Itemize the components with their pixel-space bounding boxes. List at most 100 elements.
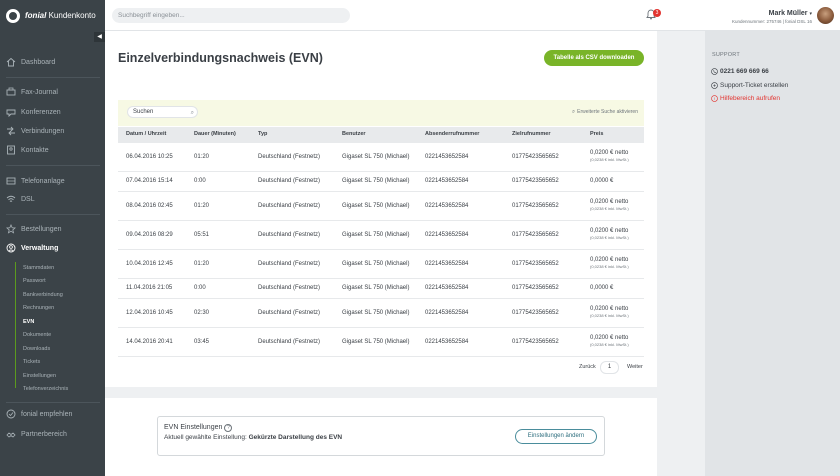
subnav-item-rechnungen[interactable]: Rechnungen (23, 305, 54, 314)
table-cell-date: 07.04.2016 15:14 (126, 178, 173, 184)
sidebar-item-fax-journal[interactable]: Fax-Journal (6, 86, 58, 98)
table-cell-price: 0,0200 € netto (0,0238 € inkl. MwSt.) (590, 257, 629, 269)
table-cell-type: Deutschland (Festnetz) (258, 309, 321, 316)
sidebar-item-label: Dashboard (21, 58, 56, 66)
column-header-duration[interactable]: Dauer (Minuten) (194, 131, 236, 137)
table-cell-duration: 01:20 (194, 153, 210, 160)
help-area-link[interactable]: ! Hilfebereich aufrufen (711, 95, 780, 102)
csv-download-button[interactable]: Tabelle als CSV downloaden (544, 50, 644, 66)
subnav-item-dokumente[interactable]: Dokumente (23, 332, 51, 341)
global-search-input[interactable] (112, 8, 350, 23)
sidebar-item-partnerbereich[interactable]: Partnerbereich (6, 428, 67, 440)
table-cell-duration: 0:00 (194, 178, 206, 184)
sidebar-item-dashboard[interactable]: Dashboard (6, 56, 55, 68)
subnav-item-downloads[interactable]: Downloads (23, 346, 50, 355)
sidebar-item-label: Fax-Journal (21, 88, 58, 96)
help-area-label: Hilfebereich aufrufen (720, 95, 780, 102)
column-header-sender[interactable]: Absenderrufnummer (425, 131, 479, 137)
current-setting-value: Gekürzte Darstellung des EVN (248, 434, 343, 441)
partner-icon (6, 432, 16, 438)
sidebar-item-verbindungen[interactable]: Verbindungen (6, 125, 64, 137)
sidebar-item-fonial-empfehlen[interactable]: fonial empfehlen (6, 408, 72, 420)
sidebar-item-label: Partnerbereich (21, 430, 67, 438)
sidebar-item-dsl[interactable]: DSL (6, 193, 35, 205)
column-header-price[interactable]: Preis (590, 131, 603, 137)
avatar[interactable] (817, 7, 834, 24)
brand-logo[interactable]: fonial Kundenkonto (0, 0, 105, 31)
table-cell-date: 06.04.2016 10:25 (126, 153, 173, 160)
subnav-item-evn[interactable]: EVN (23, 319, 34, 328)
sidebar-divider (6, 402, 100, 403)
conference-icon (6, 109, 16, 117)
sidebar-item-verwaltung[interactable]: Verwaltung (6, 242, 58, 254)
table-cell-date: 11.04.2016 21:05 (126, 285, 173, 291)
table-cell-from: 0221453652584 (425, 309, 469, 316)
table-cell-duration: 0:00 (194, 285, 206, 291)
column-header-target[interactable]: Zielrufnummer (512, 131, 551, 137)
price-net: 0,0200 € netto (590, 305, 629, 312)
sidebar-divider (6, 165, 100, 166)
sidebar-item-label: Verbindungen (21, 127, 65, 135)
table-cell-date: 08.04.2016 02:45 (126, 202, 173, 209)
table-cell-from: 0221453652584 (425, 338, 469, 345)
subnav-item-bankverbindung[interactable]: Bankverbindung (23, 292, 63, 301)
user-name-dropdown[interactable]: Mark Müller ▾ (769, 10, 812, 17)
table-cell-duration: 03:45 (194, 338, 210, 345)
sidebar-item-bestellungen[interactable]: Bestellungen (6, 223, 61, 235)
pager-next-link[interactable]: Weiter (627, 364, 643, 370)
subnav-item-stammdaten[interactable]: Stammdaten (23, 265, 54, 274)
sidebar-item-label: fonial empfehlen (21, 410, 73, 418)
table-cell-date: 10.04.2016 12:45 (126, 260, 173, 267)
connections-icon (7, 126, 15, 136)
table-cell-type: Deutschland (Festnetz) (258, 202, 321, 209)
sidebar-item-konferenzen[interactable]: Konferenzen (6, 106, 61, 118)
fonial-logo-icon (6, 8, 20, 23)
support-phone[interactable]: 0221 669 669 66 (711, 68, 769, 75)
table-cell-date: 14.04.2016 20:41 (126, 338, 173, 345)
change-settings-button[interactable]: Einstellungen ändern (515, 429, 597, 444)
table-search-placeholder: Suchen (133, 109, 154, 115)
sidebar-item-kontakte[interactable]: Kontakte (6, 144, 49, 156)
table-cell-from: 0221453652584 (425, 202, 469, 209)
search-icon: ⌕ (190, 110, 194, 116)
table-cell-type: Deutschland (Festnetz) (258, 260, 321, 267)
brand-name: fonial (25, 11, 47, 20)
collapse-sidebar-button[interactable]: ◀ (94, 32, 105, 42)
table-cell-user: Gigaset SL 750 (Michael) (342, 153, 410, 160)
subnav-item-tickets[interactable]: Tickets (23, 359, 40, 368)
table-cell-price: 0,0200 € netto (0,0238 € inkl. MwSt.) (590, 306, 629, 318)
section-gap (105, 387, 657, 398)
advanced-search-link[interactable]: ⌕ Erweiterte Suche aktivieren (572, 109, 638, 116)
star-icon (6, 224, 16, 234)
help-icon[interactable]: ? (224, 424, 233, 432)
subnav-indicator (15, 262, 16, 388)
phone-icon (711, 68, 718, 75)
price-gross: (0,0238 € inkl. MwSt.) (590, 205, 629, 211)
help-circle-icon: ! (711, 95, 718, 102)
sidebar-item-telefonanlage[interactable]: Telefonanlage (6, 175, 65, 187)
subnav-item-passwort[interactable]: Passwort (23, 278, 46, 287)
table-cell-from: 0221453652584 (425, 260, 469, 267)
recommend-icon (6, 409, 16, 419)
column-header-date[interactable]: Datum / Uhrzeit (126, 131, 166, 137)
wifi-icon (6, 195, 16, 202)
subnav-item-telefonverzeichnis[interactable]: Telefonverzeichnis (23, 386, 68, 395)
table-cell-to: 01775423565652 (512, 260, 559, 267)
price-net: 0,0000 € (590, 178, 614, 184)
pbx-icon (6, 177, 16, 185)
table-cell-from: 0221453652584 (425, 153, 469, 160)
page-number-input[interactable]: 1 (600, 361, 619, 374)
table-cell-user: Gigaset SL 750 (Michael) (342, 178, 410, 184)
support-ticket-link[interactable]: Support-Ticket erstellen (711, 82, 788, 89)
table-cell-duration: 02:30 (194, 309, 210, 316)
sidebar-item-label: Konferenzen (21, 108, 61, 116)
pager-back-link[interactable]: Zurück (579, 364, 596, 370)
column-header-user[interactable]: Benutzer (342, 131, 366, 137)
column-header-type[interactable]: Typ (258, 131, 267, 137)
table-cell-type: Deutschland (Festnetz) (258, 285, 321, 291)
advanced-search-label: Erweiterte Suche aktivieren (577, 109, 638, 115)
table-search-input[interactable]: Suchen ⌕ (127, 106, 198, 118)
search-icon: ⌕ (572, 109, 576, 115)
subnav-item-einstellungen[interactable]: Einstellungen (23, 373, 56, 382)
table-cell-to: 01775423565652 (512, 338, 559, 345)
